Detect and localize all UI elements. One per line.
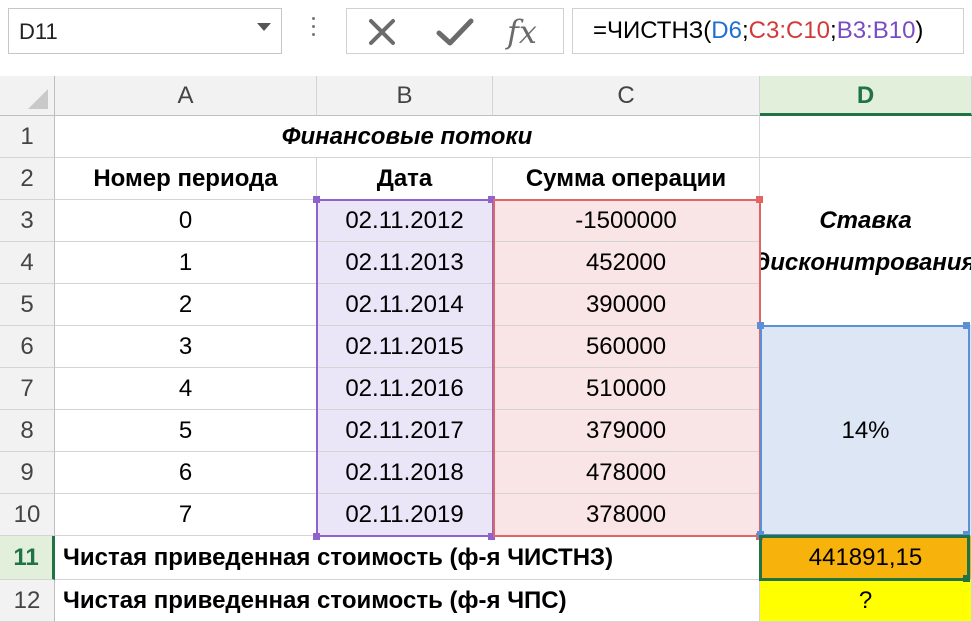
row-header-6[interactable]: 6 — [0, 326, 55, 368]
row-header-12[interactable]: 12 — [0, 580, 55, 622]
row-header-4[interactable]: 4 — [0, 242, 55, 284]
formula-bar: D11 fx =ЧИСТНЗ(D6;C3:C10;B3:B10) — [0, 0, 972, 64]
period-cell[interactable]: 2 — [55, 284, 317, 326]
range-handle[interactable] — [313, 196, 320, 203]
formula-ref-dates: B3:B10 — [836, 17, 916, 44]
range-handle[interactable] — [488, 533, 495, 540]
date-cell[interactable]: 02.11.2014 — [317, 284, 493, 326]
xnpv-label[interactable]: Чистая приведенная стоимость (ф-я ЧИСТНЗ… — [55, 536, 760, 580]
row-header-3[interactable]: 3 — [0, 200, 55, 242]
range-handle[interactable] — [313, 533, 320, 540]
formula-suffix: ) — [915, 17, 924, 44]
date-cell[interactable]: 02.11.2018 — [317, 452, 493, 494]
range-handle[interactable] — [757, 531, 764, 538]
row-header-2[interactable]: 2 — [0, 158, 55, 200]
amount-cell[interactable]: 379000 — [493, 410, 760, 452]
row-header-10[interactable]: 10 — [0, 494, 55, 536]
date-cell[interactable]: 02.11.2016 — [317, 368, 493, 410]
period-cell[interactable]: 3 — [55, 326, 317, 368]
npv-label[interactable]: Чистая приведенная стоимость (ф-я ЧПС) — [55, 580, 760, 622]
insert-function-icon[interactable]: fx — [507, 13, 537, 51]
amount-cell[interactable]: 560000 — [493, 326, 760, 368]
period-cell[interactable]: 0 — [55, 200, 317, 242]
row-header-8[interactable]: 8 — [0, 410, 55, 452]
period-cell[interactable]: 7 — [55, 494, 317, 536]
header-period[interactable]: Номер периода — [55, 158, 317, 200]
period-cell[interactable]: 1 — [55, 242, 317, 284]
cell-d1[interactable] — [760, 116, 972, 158]
sheet-title[interactable]: Финансовые потоки — [55, 116, 760, 158]
range-handle[interactable] — [756, 196, 763, 203]
row-header-9[interactable]: 9 — [0, 452, 55, 494]
row-header-1[interactable]: 1 — [0, 116, 55, 158]
chevron-down-icon[interactable] — [257, 23, 271, 31]
amount-cell[interactable]: -1500000 — [493, 200, 760, 242]
amount-cell[interactable]: 510000 — [493, 368, 760, 410]
date-cell[interactable]: 02.11.2015 — [317, 326, 493, 368]
xnpv-result-cell[interactable]: 441891,15 — [760, 536, 972, 580]
header-date[interactable]: Дата — [317, 158, 493, 200]
period-cell[interactable]: 6 — [55, 452, 317, 494]
column-header-a[interactable]: A — [55, 76, 317, 116]
name-box[interactable]: D11 — [8, 8, 282, 54]
amount-cell[interactable]: 452000 — [493, 242, 760, 284]
amount-cell[interactable]: 390000 — [493, 284, 760, 326]
formula-buttons: fx — [346, 8, 564, 54]
row-header-7[interactable]: 7 — [0, 368, 55, 410]
amount-cell[interactable]: 378000 — [493, 494, 760, 536]
formula-sep: ; — [741, 17, 749, 44]
formula-ref-rate: D6 — [711, 17, 742, 44]
header-amount[interactable]: Сумма операции — [493, 158, 760, 200]
date-cell[interactable]: 02.11.2017 — [317, 410, 493, 452]
column-header-c[interactable]: C — [493, 76, 760, 116]
npv-result-cell[interactable]: ? — [760, 580, 972, 622]
more-options-icon[interactable] — [312, 17, 316, 41]
row-header-5[interactable]: 5 — [0, 284, 55, 326]
range-handle[interactable] — [963, 322, 970, 329]
formula-prefix: =ЧИСТНЗ( — [593, 17, 712, 44]
row-header-11[interactable]: 11 — [0, 536, 55, 580]
fill-handle[interactable] — [963, 575, 970, 582]
range-handle[interactable] — [963, 531, 970, 538]
period-cell[interactable]: 4 — [55, 368, 317, 410]
name-box-value: D11 — [19, 19, 58, 44]
select-all-corner[interactable] — [0, 76, 55, 116]
formula-sep: ; — [830, 17, 837, 44]
amount-cell[interactable]: 478000 — [493, 452, 760, 494]
rate-value[interactable]: 14% — [760, 326, 972, 536]
column-header-d[interactable]: D — [760, 76, 972, 116]
date-cell[interactable]: 02.11.2019 — [317, 494, 493, 536]
formula-input[interactable]: =ЧИСТНЗ(D6;C3:C10;B3:B10) — [572, 8, 964, 54]
enter-check-icon[interactable] — [435, 15, 475, 49]
column-header-b[interactable]: B — [317, 76, 493, 116]
cancel-icon[interactable] — [365, 15, 399, 49]
rate-label[interactable]: Ставка дисконитрования — [760, 158, 972, 326]
date-cell[interactable]: 02.11.2013 — [317, 242, 493, 284]
formula-ref-amounts: C3:C10 — [748, 17, 831, 44]
range-handle[interactable] — [757, 322, 764, 329]
period-cell[interactable]: 5 — [55, 410, 317, 452]
range-handle[interactable] — [488, 196, 495, 203]
date-cell[interactable]: 02.11.2012 — [317, 200, 493, 242]
